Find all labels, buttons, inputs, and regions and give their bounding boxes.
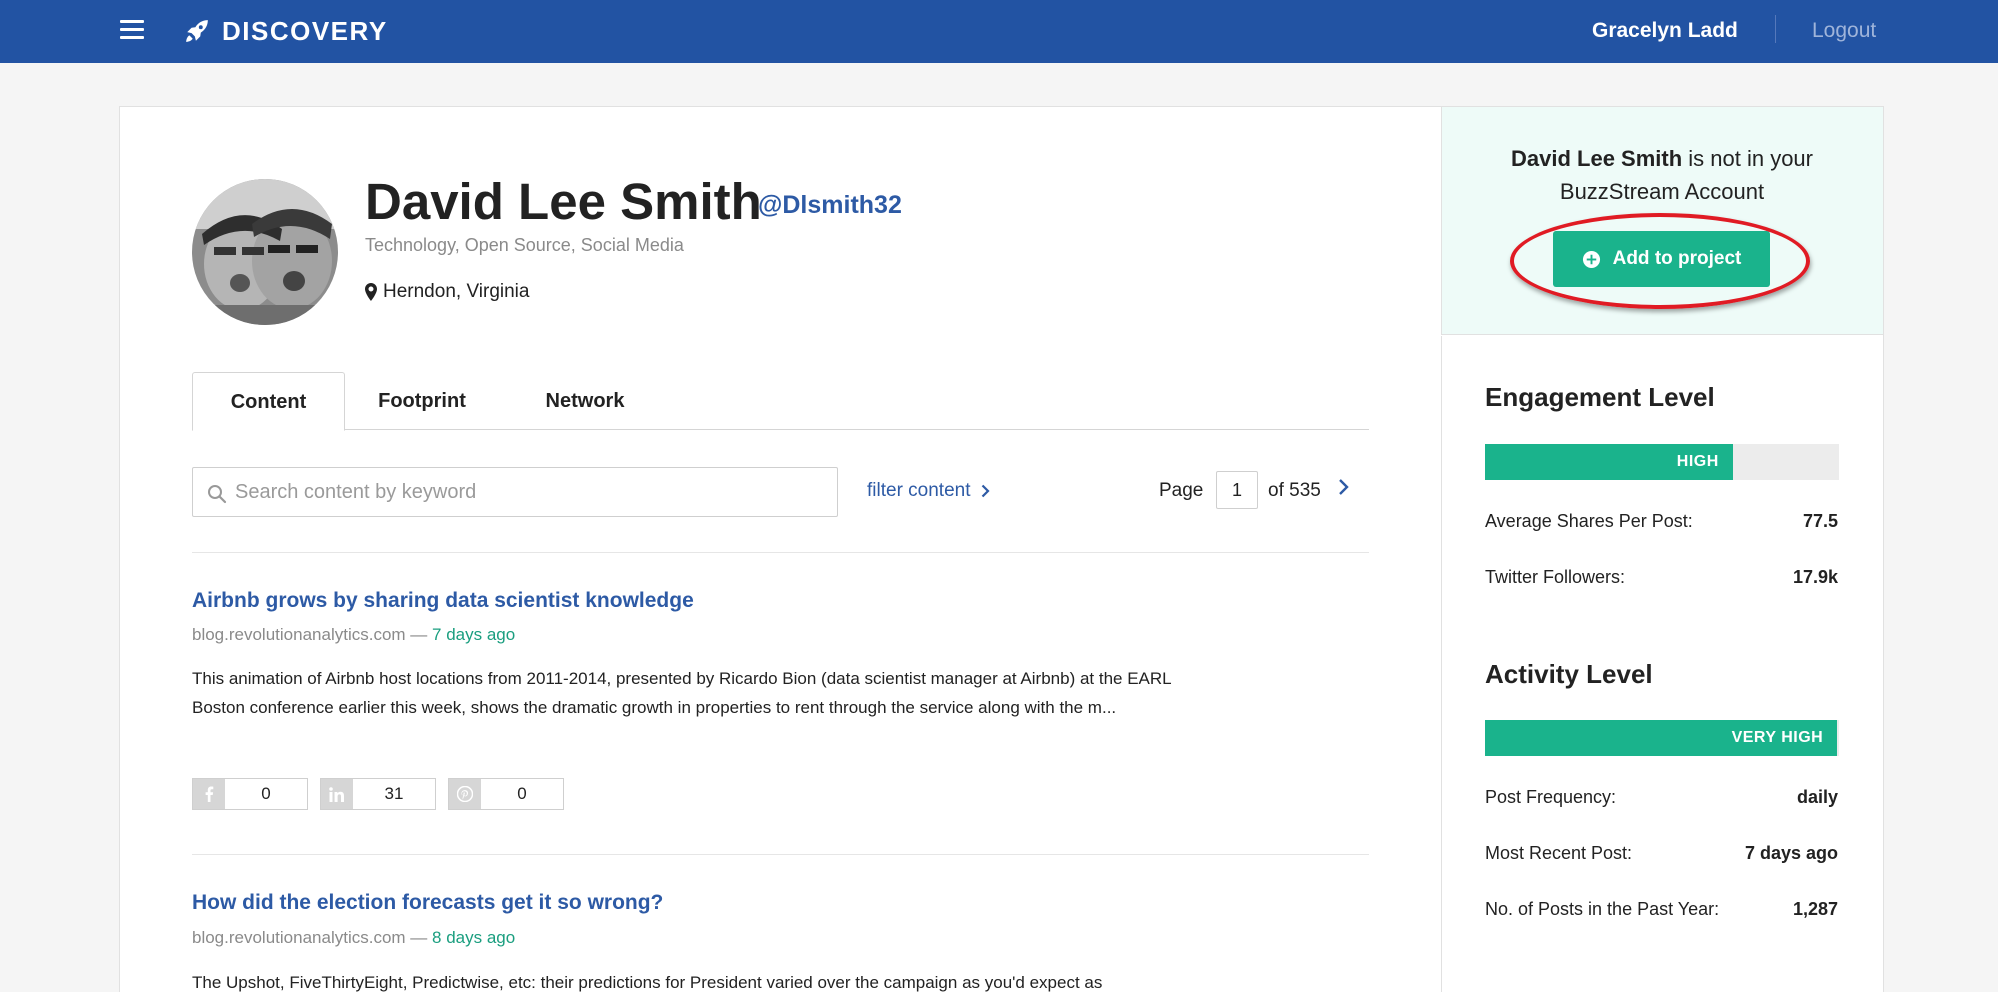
activity-level-title: Activity Level (1485, 659, 1653, 689)
profile-location: Herndon, Virginia (365, 279, 529, 305)
content-item-date: 8 days ago (432, 928, 516, 947)
stat-value: daily (1796, 787, 1838, 807)
share-count-value: 31 (384, 784, 404, 803)
search-icon (208, 485, 227, 504)
linkedin-icon (321, 779, 353, 809)
account-status-message: David Lee Smith is not in your BuzzStrea… (1460, 142, 1864, 208)
stat-value: 7 days ago (1744, 843, 1838, 863)
stat-value: 77.5 (1802, 511, 1838, 531)
location-text: Herndon, Virginia (383, 281, 530, 302)
stat-label: Most Recent Post: (1485, 843, 1633, 863)
current-user-name[interactable]: Gracelyn Ladd (1592, 16, 1738, 46)
content-item-domain[interactable]: blog.revolutionanalytics.com (192, 928, 406, 947)
meta-separator: — (405, 928, 433, 947)
linkedin-share-count: 31 (320, 778, 436, 810)
engagement-level-title: Engagement Level (1485, 382, 1715, 412)
stat-label: Average Shares Per Post: (1485, 511, 1693, 531)
facebook-share-count: 0 (192, 778, 308, 810)
add-to-project-label: Add to project (1612, 248, 1742, 269)
tab-network[interactable]: Network (525, 372, 645, 430)
profile-topics: Technology, Open Source, Social Media (365, 235, 684, 255)
tab-content[interactable]: Content (192, 372, 345, 431)
pinterest-share-count: 0 (448, 778, 564, 810)
chevron-right-icon (981, 484, 990, 498)
profile-name: David Lee Smith (365, 173, 762, 230)
engagement-level-value: HIGH (1676, 453, 1719, 470)
content-item-domain[interactable]: blog.revolutionanalytics.com (192, 625, 406, 644)
content-item-meta: blog.revolutionanalytics.com — 8 days ag… (192, 926, 515, 950)
divider (192, 854, 1369, 855)
top-nav: DISCOVERY Gracelyn Ladd Logout (0, 0, 1998, 63)
engagement-level-bar: HIGH (1485, 444, 1839, 480)
activity-level-fill: VERY HIGH (1485, 720, 1838, 756)
plus-circle-icon (1582, 250, 1600, 268)
stat-label: Post Frequency: (1485, 787, 1617, 807)
avatar (192, 179, 338, 325)
engagement-level-fill: HIGH (1485, 444, 1733, 480)
rocket-icon (186, 20, 208, 42)
content-item-date: 7 days ago (432, 625, 516, 644)
brand-name: DISCOVERY (222, 15, 388, 46)
map-marker-icon (365, 283, 377, 301)
nav-divider (1775, 15, 1776, 43)
chevron-right-icon (1339, 479, 1349, 495)
content-item-description: This animation of Airbnb host locations … (192, 669, 1171, 717)
meta-separator: — (405, 625, 433, 644)
divider (192, 552, 1369, 553)
brand-logo[interactable]: DISCOVERY (184, 14, 388, 48)
tab-footprint[interactable]: Footprint (362, 372, 482, 430)
twitter-handle-link[interactable]: @Dlsmith32 (758, 189, 902, 221)
content-item-title[interactable]: How did the election forecasts get it so… (192, 889, 663, 917)
page-label: Page (1159, 480, 1204, 501)
stat-value: 1,287 (1792, 899, 1838, 919)
next-page-button[interactable] (1338, 478, 1358, 504)
stat-label: No. of Posts in the Past Year: (1485, 899, 1720, 919)
activity-level-value: VERY HIGH (1731, 729, 1824, 746)
activity-level-bar: VERY HIGH (1485, 720, 1839, 756)
stat-value: 17.9k (1792, 567, 1838, 587)
search-input[interactable] (235, 468, 825, 516)
search-box (192, 467, 838, 517)
logout-link[interactable]: Logout (1812, 16, 1876, 46)
account-status-name: David Lee Smith (1511, 146, 1683, 171)
filter-content-label: filter content (867, 480, 971, 501)
stat-label: Twitter Followers: (1485, 567, 1626, 587)
content-item-description: The Upshot, FiveThirtyEight, Predictwise… (192, 973, 1103, 992)
share-count-value: 0 (517, 784, 527, 803)
page-total: of 535 (1268, 480, 1321, 501)
pinterest-icon (449, 779, 481, 809)
content-item-title[interactable]: Airbnb grows by sharing data scientist k… (192, 587, 694, 615)
add-to-project-button[interactable]: Add to project (1553, 231, 1770, 287)
content-item-meta: blog.revolutionanalytics.com — 7 days ag… (192, 623, 515, 647)
page-number-input[interactable] (1216, 471, 1258, 509)
profile-tabs: Content Footprint Network (192, 372, 1369, 431)
filter-content-link[interactable]: filter content (867, 477, 990, 505)
facebook-icon (193, 779, 225, 809)
share-count-value: 0 (261, 784, 271, 803)
hamburger-menu-icon[interactable] (120, 20, 144, 40)
